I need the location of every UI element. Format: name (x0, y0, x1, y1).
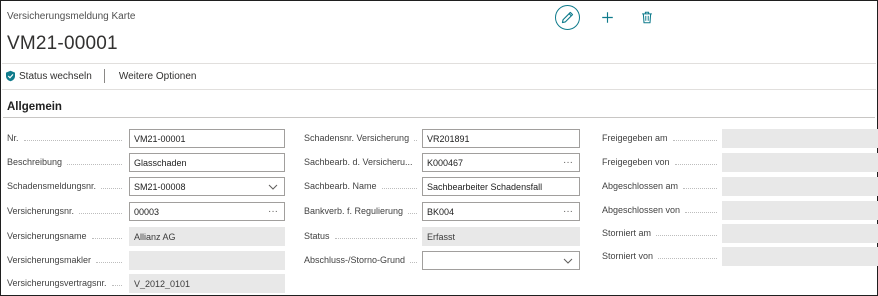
field-row-nr: Nr. VM21-00001 (7, 128, 287, 148)
edit-button[interactable] (555, 4, 580, 30)
field-row-status: Status Erfasst (304, 226, 584, 246)
status-wechseln-button[interactable]: Status wechseln (5, 70, 92, 82)
field-label: Versicherungsname (7, 231, 87, 241)
field-row-sachbearbeiter-name: Sachbearb. Name Sachbearbeiter Schadensf… (304, 176, 584, 196)
schadensnr-versicherung-input[interactable]: VR201891 (422, 129, 580, 148)
field-row-freigegeben-von: Freigegeben von (602, 152, 878, 172)
beschreibung-input[interactable]: Glasschaden (129, 153, 285, 172)
ellipsis-icon[interactable]: ··· (561, 206, 575, 217)
abgeschlossen-von-field (722, 201, 878, 220)
abgeschlossen-am-field (722, 177, 878, 196)
toolbar-divider-bottom (2, 89, 876, 90)
ellipsis-icon[interactable]: ··· (561, 157, 575, 168)
field-row-abschluss-storno-grund: Abschluss-/Storno-Grund (304, 250, 584, 270)
field-label: Abgeschlossen am (602, 181, 679, 191)
toolbar-separator (103, 69, 105, 83)
section-divider (3, 117, 875, 118)
shield-check-icon (6, 70, 15, 82)
field-label: Schadensnr. Versicherung (304, 133, 410, 143)
field-label: Status (304, 231, 330, 241)
ellipsis-icon[interactable]: ··· (266, 206, 280, 217)
field-row-beschreibung: Beschreibung Glasschaden (7, 152, 287, 172)
field-row-abgeschlossen-am: Abgeschlossen am (602, 176, 878, 196)
storniert-von-field (722, 247, 878, 266)
action-bar: Status wechseln Weitere Optionen (5, 67, 196, 85)
field-row-bankverbindung: Bankverb. f. Regulierung BK004 ··· (304, 201, 584, 221)
field-label: Abschluss-/Storno-Grund (304, 255, 406, 265)
card-window: Versicherungsmeldung Karte VM21-00001 St… (0, 0, 878, 296)
field-label: Schadensmeldungsnr. (7, 181, 97, 191)
field-row-versicherungsname: Versicherungsname Allianz AG (7, 226, 287, 246)
field-label: Beschreibung (7, 157, 63, 167)
field-row-schadensnr-versicherung: Schadensnr. Versicherung VR201891 (304, 128, 584, 148)
status-wechseln-label: Status wechseln (19, 70, 92, 82)
storniert-am-field (722, 224, 878, 243)
field-row-storniert-am: Storniert am (602, 223, 878, 243)
delete-button[interactable] (634, 4, 660, 30)
versicherungsmakler-field (129, 251, 285, 270)
chevron-down-icon[interactable] (266, 184, 280, 190)
field-label: Abgeschlossen von (602, 205, 681, 215)
toolbar-divider-top (2, 63, 876, 64)
field-label: Sachbearb. Name (304, 181, 377, 191)
status-field: Erfasst (422, 227, 580, 246)
field-label: Storniert am (602, 228, 652, 238)
pencil-icon (561, 11, 574, 23)
field-label: Bankverb. f. Regulierung (304, 206, 404, 216)
versicherungsname-field: Allianz AG (129, 227, 285, 246)
field-row-freigegeben-am: Freigegeben am (602, 128, 878, 148)
plus-icon (601, 11, 613, 23)
field-label: Nr. (7, 133, 19, 143)
versicherungsvertragsnr-field: V_2012_0101 (129, 274, 285, 293)
field-row-versicherungsmakler: Versicherungsmakler (7, 250, 287, 270)
field-label: Versicherungsnr. (7, 206, 75, 216)
header-actions (555, 4, 660, 30)
schadensmeldungsnr-select[interactable]: SM21-00008 (129, 177, 285, 196)
field-row-versicherungsvertragsnr: Versicherungsvertragsnr. V_2012_0101 (7, 273, 287, 293)
field-label: Versicherungsmakler (7, 255, 92, 265)
field-row-versicherungsnr: Versicherungsnr. 00003 ··· (7, 201, 287, 221)
sachbearbeiter-versicherung-input[interactable]: K000467 ··· (422, 153, 580, 172)
field-row-storniert-von: Storniert von (602, 246, 878, 266)
weitere-optionen-label: Weitere Optionen (118, 70, 197, 82)
section-title-allgemein[interactable]: Allgemein (7, 101, 62, 113)
nr-input[interactable]: VM21-00001 (129, 129, 285, 148)
new-button[interactable] (594, 4, 620, 30)
versicherungsnr-input[interactable]: 00003 ··· (129, 202, 285, 221)
field-row-sachbearbeiter-versicherung: Sachbearb. d. Versicheru... K000467 ··· (304, 152, 584, 172)
sachbearbeiter-name-input[interactable]: Sachbearbeiter Schadensfall (422, 177, 580, 196)
weitere-optionen-button[interactable]: Weitere Optionen (119, 71, 197, 82)
abschluss-storno-grund-select[interactable] (422, 251, 580, 270)
field-label: Freigegeben von (602, 157, 670, 167)
trash-icon (642, 11, 652, 23)
field-label: Sachbearb. d. Versicheru... (304, 157, 413, 167)
chevron-down-icon[interactable] (561, 258, 575, 264)
field-label: Freigegeben am (602, 133, 668, 143)
freigegeben-am-field (722, 129, 878, 148)
bankverbindung-input[interactable]: BK004 ··· (422, 202, 580, 221)
page-title: VM21-00001 (7, 33, 118, 54)
freigegeben-von-field (722, 153, 878, 172)
field-row-schadensmeldungsnr: Schadensmeldungsnr. SM21-00008 (7, 176, 287, 196)
page-caption: Versicherungsmeldung Karte (7, 11, 136, 22)
field-row-abgeschlossen-von: Abgeschlossen von (602, 200, 878, 220)
field-label: Versicherungsvertragsnr. (7, 278, 107, 288)
field-label: Storniert von (602, 251, 654, 261)
